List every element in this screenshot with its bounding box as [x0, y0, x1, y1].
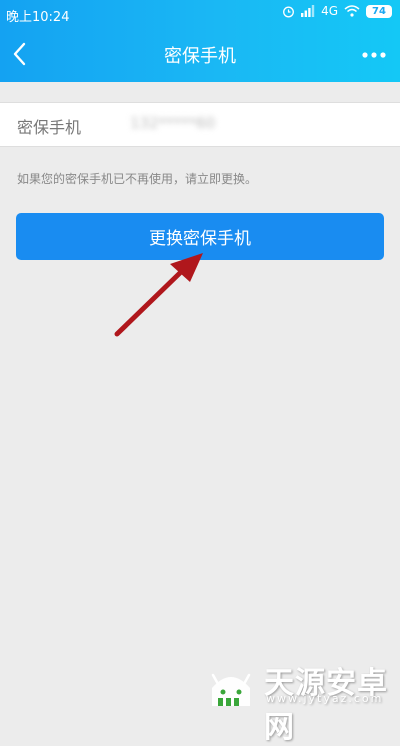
wifi-icon	[344, 5, 360, 17]
more-icon[interactable]	[360, 45, 388, 65]
status-bar: 晚上10:24 4G 74	[0, 0, 400, 26]
security-phone-value: 132*****60	[130, 114, 216, 132]
page-title: 密保手机	[164, 46, 236, 67]
watermark-url: www.jytyaz.com	[266, 692, 384, 705]
android-logo-icon	[211, 673, 251, 706]
status-time: 晚上10:24	[6, 10, 70, 25]
app-header: 晚上10:24 4G 74 密保手机	[0, 0, 400, 82]
security-phone-row: 密保手机 132*****60	[0, 102, 400, 147]
watermark: 天源安卓网 www.jytyaz.com	[200, 652, 400, 745]
security-phone-label: 密保手机	[17, 118, 82, 137]
change-phone-button[interactable]: 更换密保手机	[16, 213, 384, 260]
battery-icon: 74	[366, 4, 392, 18]
network-type: 4G	[321, 4, 338, 18]
hint-text: 如果您的密保手机已不再使用，请立即更换。	[17, 172, 258, 186]
status-icons: 4G 74	[282, 4, 392, 18]
alarm-icon	[283, 6, 295, 17]
signal-icon	[301, 5, 315, 17]
